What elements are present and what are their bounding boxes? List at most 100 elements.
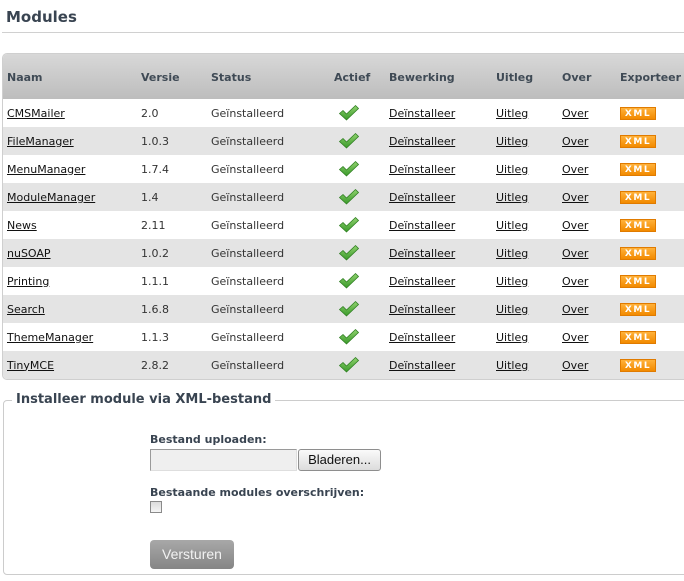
export-xml-button[interactable]: XML — [620, 358, 656, 372]
submit-button[interactable]: Versturen — [150, 540, 234, 569]
help-link[interactable]: Uitleg — [496, 275, 528, 288]
uninstall-link[interactable]: Deïnstalleer — [389, 135, 455, 148]
module-status: Geïnstalleerd — [211, 274, 285, 288]
modules-table: Naam Versie Status Actief Bewerking Uitl… — [3, 54, 684, 379]
module-name-link[interactable]: nuSOAP — [7, 247, 51, 260]
column-header-name: Naam — [7, 71, 43, 84]
table-row: TinyMCE 2.8.2 Geïnstalleerd Deïnstalleer… — [3, 351, 684, 379]
table-row: ModuleManager 1.4 Geïnstalleerd Deïnstal… — [3, 183, 684, 211]
export-xml-button[interactable]: XML — [620, 302, 656, 316]
about-link[interactable]: Over — [562, 135, 588, 148]
module-status: Geïnstalleerd — [211, 218, 285, 232]
module-name-link[interactable]: Printing — [7, 275, 49, 288]
active-check-icon[interactable] — [338, 300, 360, 318]
table-row: ThemeManager 1.1.3 Geïnstalleerd Deïnsta… — [3, 323, 684, 351]
active-check-icon[interactable] — [338, 188, 360, 206]
module-status: Geïnstalleerd — [211, 330, 285, 344]
table-row: CMSMailer 2.0 Geïnstalleerd Deïnstalleer… — [3, 99, 684, 127]
about-link[interactable]: Over — [562, 163, 588, 176]
active-check-icon[interactable] — [338, 272, 360, 290]
help-link[interactable]: Uitleg — [496, 247, 528, 260]
uninstall-link[interactable]: Deïnstalleer — [389, 247, 455, 260]
active-check-icon[interactable] — [338, 104, 360, 122]
module-name-link[interactable]: MenuManager — [7, 163, 85, 176]
module-status: Geïnstalleerd — [211, 162, 285, 176]
module-name-link[interactable]: CMSMailer — [7, 107, 65, 120]
uninstall-link[interactable]: Deïnstalleer — [389, 303, 455, 316]
active-check-icon[interactable] — [338, 132, 360, 150]
uninstall-link[interactable]: Deïnstalleer — [389, 219, 455, 232]
module-name-link[interactable]: TinyMCE — [7, 359, 54, 372]
active-check-icon[interactable] — [338, 244, 360, 262]
module-version: 1.0.2 — [141, 246, 169, 260]
module-version: 2.11 — [141, 218, 166, 232]
export-xml-button[interactable]: XML — [620, 134, 656, 148]
table-row: News 2.11 Geïnstalleerd Deïnstalleer Uit… — [3, 211, 684, 239]
help-link[interactable]: Uitleg — [496, 163, 528, 176]
module-version: 1.1.1 — [141, 274, 169, 288]
about-link[interactable]: Over — [562, 107, 588, 120]
overwrite-label: Bestaande modules overschrijven: — [150, 486, 365, 499]
about-link[interactable]: Over — [562, 191, 588, 204]
active-check-icon[interactable] — [338, 160, 360, 178]
table-row: FileManager 1.0.3 Geïnstalleerd Deïnstal… — [3, 127, 684, 155]
module-version: 1.0.3 — [141, 134, 169, 148]
modules-table-container: Naam Versie Status Actief Bewerking Uitl… — [2, 53, 684, 380]
help-link[interactable]: Uitleg — [496, 359, 528, 372]
module-name-link[interactable]: ModuleManager — [7, 191, 95, 204]
export-xml-button[interactable]: XML — [620, 106, 656, 120]
module-name-link[interactable]: Search — [7, 303, 45, 316]
about-link[interactable]: Over — [562, 247, 588, 260]
uninstall-link[interactable]: Deïnstalleer — [389, 163, 455, 176]
uninstall-link[interactable]: Deïnstalleer — [389, 191, 455, 204]
help-link[interactable]: Uitleg — [496, 331, 528, 344]
module-name-link[interactable]: News — [7, 219, 37, 232]
about-link[interactable]: Over — [562, 331, 588, 344]
active-check-icon[interactable] — [338, 216, 360, 234]
module-status: Geïnstalleerd — [211, 134, 285, 148]
uninstall-link[interactable]: Deïnstalleer — [389, 107, 455, 120]
help-link[interactable]: Uitleg — [496, 303, 528, 316]
export-xml-button[interactable]: XML — [620, 218, 656, 232]
export-xml-button[interactable]: XML — [620, 330, 656, 344]
export-xml-button[interactable]: XML — [620, 246, 656, 260]
active-check-icon[interactable] — [338, 356, 360, 374]
uninstall-link[interactable]: Deïnstalleer — [389, 331, 455, 344]
column-header-about: Over — [562, 71, 592, 84]
about-link[interactable]: Over — [562, 359, 588, 372]
help-link[interactable]: Uitleg — [496, 107, 528, 120]
table-row: Search 1.6.8 Geïnstalleerd Deïnstalleer … — [3, 295, 684, 323]
module-name-link[interactable]: FileManager — [7, 135, 74, 148]
module-status: Geïnstalleerd — [211, 358, 285, 372]
export-xml-button[interactable]: XML — [620, 162, 656, 176]
about-link[interactable]: Over — [562, 275, 588, 288]
module-version: 2.8.2 — [141, 358, 169, 372]
install-module-fieldset: Installeer module via XML-bestand Bestan… — [3, 392, 684, 575]
uninstall-link[interactable]: Deïnstalleer — [389, 359, 455, 372]
page-title: Modules — [6, 8, 77, 26]
help-link[interactable]: Uitleg — [496, 219, 528, 232]
help-link[interactable]: Uitleg — [496, 135, 528, 148]
overwrite-checkbox[interactable] — [150, 501, 162, 513]
module-status: Geïnstalleerd — [211, 190, 285, 204]
module-version: 1.4 — [141, 190, 159, 204]
column-header-help: Uitleg — [496, 71, 534, 84]
export-xml-button[interactable]: XML — [620, 274, 656, 288]
uninstall-link[interactable]: Deïnstalleer — [389, 275, 455, 288]
column-header-action: Bewerking — [389, 71, 455, 84]
install-module-legend: Installeer module via XML-bestand — [12, 392, 276, 407]
title-divider — [2, 32, 684, 33]
help-link[interactable]: Uitleg — [496, 191, 528, 204]
file-upload-input[interactable] — [150, 449, 297, 471]
table-row: MenuManager 1.7.4 Geïnstalleerd Deïnstal… — [3, 155, 684, 183]
module-name-link[interactable]: ThemeManager — [7, 331, 93, 344]
active-check-icon[interactable] — [338, 328, 360, 346]
browse-button[interactable]: Bladeren... — [298, 449, 381, 471]
about-link[interactable]: Over — [562, 303, 588, 316]
module-status: Geïnstalleerd — [211, 302, 285, 316]
module-status: Geïnstalleerd — [211, 246, 285, 260]
table-header-row: Naam Versie Status Actief Bewerking Uitl… — [3, 54, 684, 99]
about-link[interactable]: Over — [562, 219, 588, 232]
upload-label: Bestand uploaden: — [150, 433, 267, 446]
export-xml-button[interactable]: XML — [620, 190, 656, 204]
